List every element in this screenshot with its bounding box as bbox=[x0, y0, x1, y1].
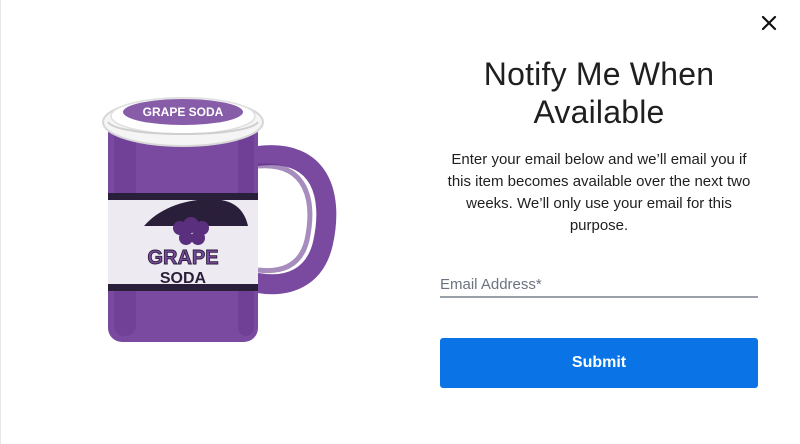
notify-modal: GRAPE SODA GRAPE SODA Notify Me When Ava… bbox=[0, 0, 800, 444]
submit-button[interactable]: Submit bbox=[440, 338, 758, 388]
modal-description: Enter your email below and we’ll email y… bbox=[447, 151, 751, 234]
modal-title: Notify Me When Available bbox=[483, 56, 715, 130]
email-input[interactable] bbox=[440, 274, 758, 298]
close-icon bbox=[761, 15, 777, 31]
grape-soda-mug-illustration: GRAPE SODA GRAPE SODA bbox=[102, 97, 337, 342]
lid-text: GRAPE SODA bbox=[143, 105, 224, 119]
mug-label-bottom: SODA bbox=[160, 270, 207, 287]
product-image: GRAPE SODA GRAPE SODA bbox=[88, 78, 338, 358]
email-form bbox=[440, 274, 758, 298]
modal-content: Notify Me When Available Enter your emai… bbox=[438, 55, 760, 237]
close-button[interactable] bbox=[758, 12, 780, 34]
mug-label-top: GRAPE bbox=[147, 247, 218, 269]
